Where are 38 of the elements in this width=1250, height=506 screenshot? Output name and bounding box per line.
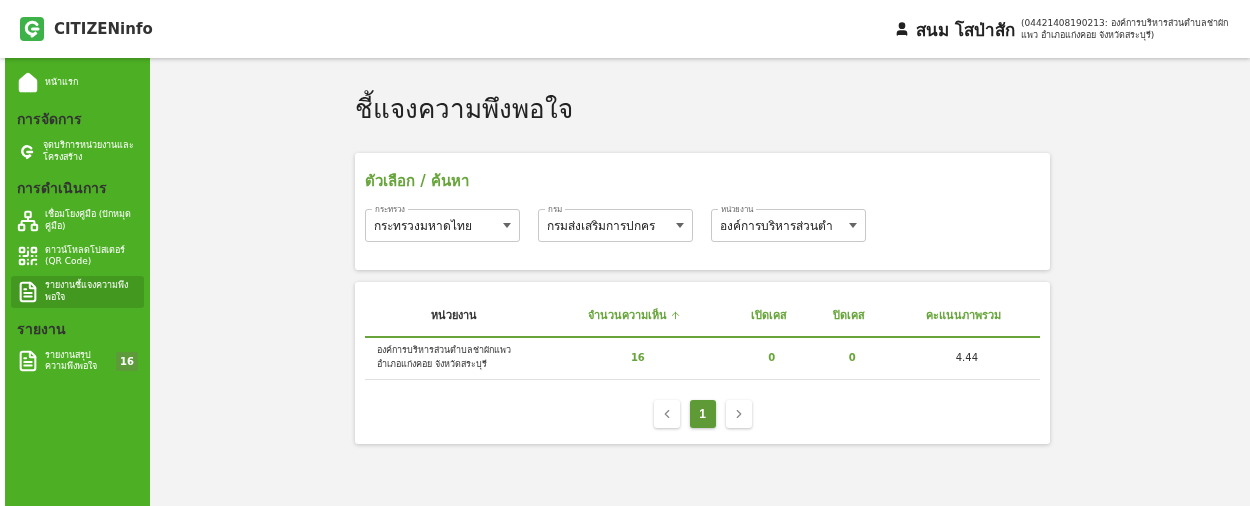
sidebar-heading: รายงาน (16, 319, 67, 339)
page-button[interactable]: 1 (689, 400, 716, 428)
sidebar-item[interactable]: รายงานสรุปความพึงพอใจ 16 (11, 345, 144, 377)
column-header[interactable]: คะแนนภาพรวม (887, 296, 1040, 337)
column-header[interactable]: เปิดเคส (726, 296, 811, 337)
table-cell: 0 (726, 337, 811, 380)
next-page-button[interactable] (725, 400, 752, 428)
caret-icon (676, 223, 684, 228)
column-header[interactable]: หน่วยงาน (365, 296, 543, 337)
qr-code-icon (17, 245, 39, 268)
sort-arrow-icon (670, 309, 682, 321)
sidebar-heading: การจัดการ (16, 110, 83, 129)
previous-page-button[interactable] (653, 400, 680, 428)
page-title: ชี้แจงความพึงพอใจ (355, 88, 1050, 129)
sidebar-item[interactable]: ดาวน์โหลดโปสเตอร์ (QR Code) (11, 240, 144, 273)
sidebar-item[interactable]: จุดบริการหน่วยงานและโครงสร้าง (11, 136, 144, 168)
card-title: ตัวเลือก / ค้นหา (365, 171, 470, 192)
document-icon (17, 280, 39, 303)
user-name: สนม โสป่าสัก (916, 18, 1015, 42)
network-icon (17, 210, 39, 233)
table-cell: 4.44 (887, 337, 1040, 380)
column-header[interactable]: จำนวนความเห็น (543, 296, 727, 337)
table-cell: 0 (810, 337, 888, 380)
sidebar-item[interactable]: รายงานชี้แจงความพึงพอใจ (11, 276, 144, 308)
brand-name: CITIZENinfo (54, 20, 153, 38)
table-cell: องค์การบริหารส่วนตำบลช่าผักแพว อำเภอแก่งคอย จังหวัดสระบุรี (365, 337, 543, 380)
table-cell: 16 (543, 337, 727, 380)
sidebar-item[interactable]: เชื่อมโยงคู่มือ (ปักหมุดคู่มือ) (11, 205, 144, 237)
count-badge: 16 (116, 351, 138, 371)
sidebar-item[interactable]: หน้าแรก (11, 68, 144, 98)
home-icon (17, 72, 39, 94)
logo-icon (20, 17, 44, 41)
caret-icon (503, 223, 511, 228)
sidebar-heading: การดำเนินการ (16, 179, 108, 199)
user-detail: (04421408190213: องค์การบริหารส่วนตำบลช่าผักแพว อำเภอแก่งคอย จังหวัดสระบุรี) (1021, 16, 1229, 42)
caret-icon (849, 223, 857, 228)
document-icon (17, 350, 39, 373)
column-header[interactable]: ปิดเคส (810, 296, 888, 337)
